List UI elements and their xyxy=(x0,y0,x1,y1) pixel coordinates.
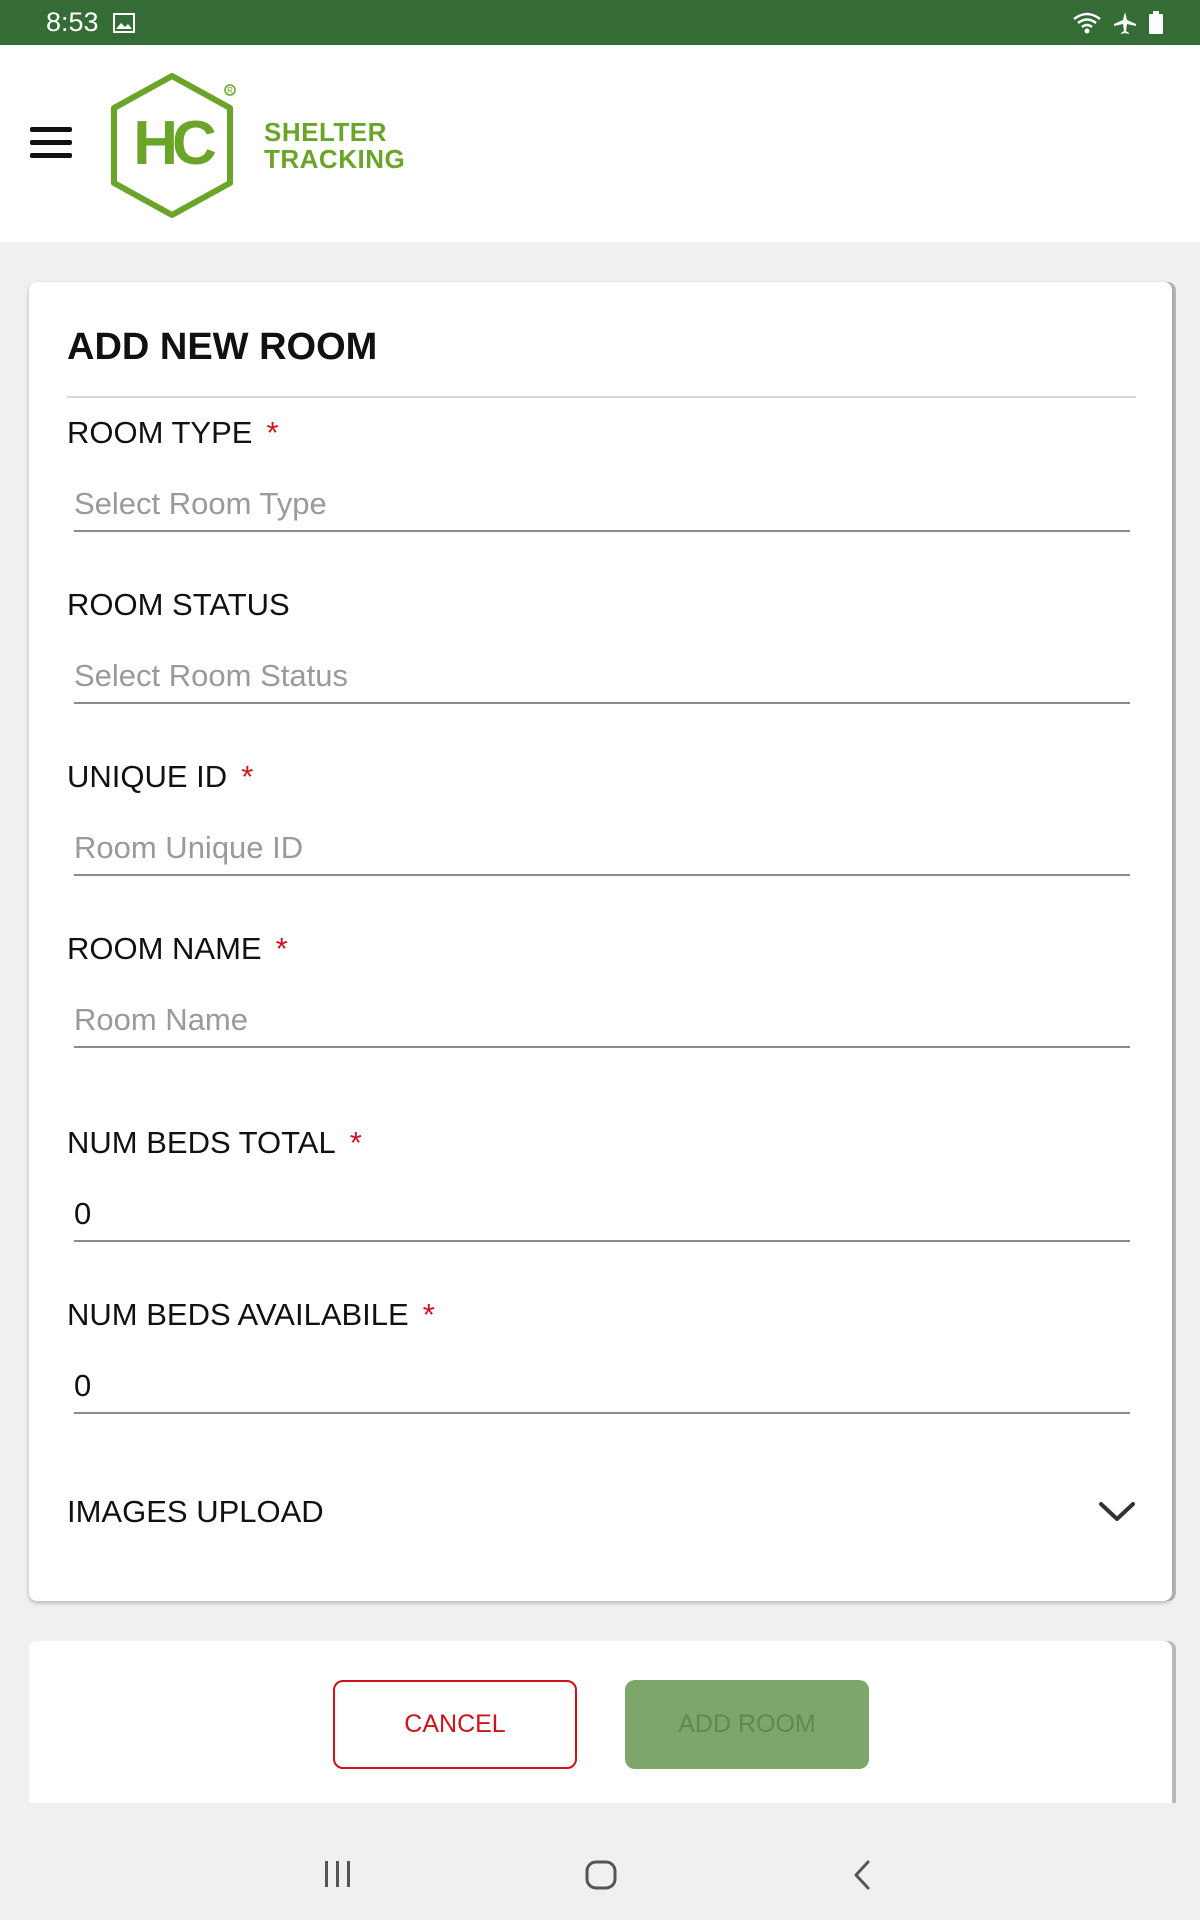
room-status-label-text: ROOM STATUS xyxy=(67,587,290,622)
svg-text:R: R xyxy=(227,86,233,95)
num-beds-total-label: NUM BEDS TOTAL * xyxy=(67,1125,362,1161)
status-right xyxy=(1072,10,1164,36)
images-upload-toggle[interactable]: IMAGES UPLOAD xyxy=(67,1482,1137,1542)
app-logo: HC R SHELTER TRACKING xyxy=(108,71,418,221)
logo-text: SHELTER TRACKING xyxy=(264,119,405,173)
wifi-icon xyxy=(1073,12,1101,33)
num-beds-available-input[interactable] xyxy=(74,1360,1130,1414)
room-status-select[interactable] xyxy=(74,650,1130,704)
unique-id-label-text: UNIQUE ID xyxy=(67,759,228,794)
required-marker: * xyxy=(275,931,288,966)
room-status-label: ROOM STATUS xyxy=(67,587,290,623)
room-name-input[interactable] xyxy=(74,994,1130,1048)
unique-id-label: UNIQUE ID * xyxy=(67,759,253,795)
room-type-label: ROOM TYPE * xyxy=(67,415,279,451)
required-marker: * xyxy=(241,759,254,794)
back-icon[interactable] xyxy=(850,1859,874,1891)
battery-icon xyxy=(1149,10,1163,34)
status-time: 8:53 xyxy=(46,7,99,37)
chevron-down-icon xyxy=(1099,1502,1135,1521)
system-nav-bar xyxy=(0,1803,1200,1920)
room-type-select[interactable] xyxy=(74,478,1130,532)
title-divider xyxy=(67,396,1136,398)
required-marker: * xyxy=(266,415,279,450)
airplane-icon xyxy=(1114,11,1136,34)
images-upload-label: IMAGES UPLOAD xyxy=(67,1494,324,1529)
status-left: 8:53 xyxy=(46,7,135,38)
recent-apps-icon[interactable] xyxy=(322,1859,354,1889)
num-beds-total-input[interactable] xyxy=(74,1188,1130,1242)
status-bar: 8:53 xyxy=(0,0,1200,45)
num-beds-available-label: NUM BEDS AVAILABILE * xyxy=(67,1297,435,1333)
action-panel: CANCEL ADD ROOM xyxy=(29,1641,1172,1803)
room-type-label-text: ROOM TYPE xyxy=(67,415,253,450)
add-room-card: ADD NEW ROOM ROOM TYPE * ROOM STATUS UNIQ… xyxy=(29,282,1172,1601)
unique-id-input[interactable] xyxy=(74,822,1130,876)
required-marker: * xyxy=(349,1125,362,1160)
cancel-button[interactable]: CANCEL xyxy=(333,1680,577,1769)
app-header: HC R SHELTER TRACKING xyxy=(0,45,1200,242)
required-marker: * xyxy=(422,1297,435,1332)
hamburger-menu-icon[interactable] xyxy=(30,127,72,159)
page-title: ADD NEW ROOM xyxy=(67,326,378,368)
num-beds-total-label-text: NUM BEDS TOTAL xyxy=(67,1125,336,1160)
room-name-label: ROOM NAME * xyxy=(67,931,288,967)
num-beds-available-label-text: NUM BEDS AVAILABILE xyxy=(67,1297,409,1332)
logo-line2: TRACKING xyxy=(264,144,406,174)
image-icon xyxy=(112,12,135,33)
logo-line1: SHELTER xyxy=(264,117,387,147)
home-icon[interactable] xyxy=(584,1859,618,1891)
logo-letters: HC xyxy=(133,109,216,178)
add-room-button[interactable]: ADD ROOM xyxy=(625,1680,869,1769)
hc-hexagon-logo-icon: HC R xyxy=(111,73,236,218)
room-name-label-text: ROOM NAME xyxy=(67,931,262,966)
